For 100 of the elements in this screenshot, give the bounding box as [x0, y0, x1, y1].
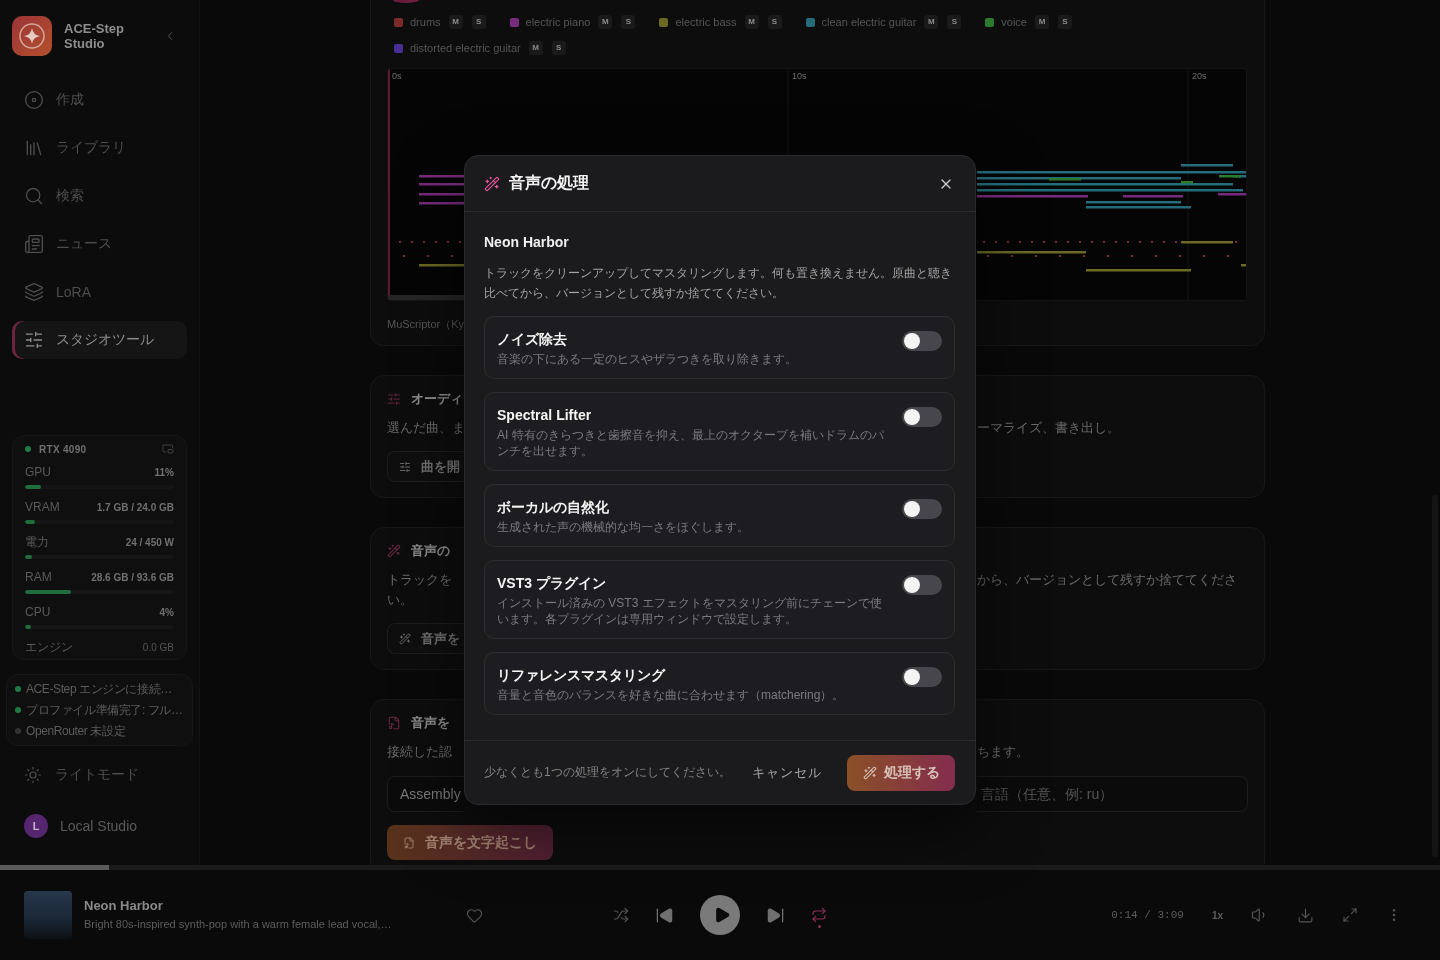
- song-title: Neon Harbor: [484, 234, 570, 250]
- dialog-description: トラックをクリーンアップしてマスタリングします。何も置き換えません。原曲と聴き比べてから、バージョンとして残すか捨ててください。: [484, 265, 953, 302]
- hint-text: 少なくとも1つの処理をオンにしてください。: [484, 764, 731, 781]
- magic-wand-icon: [399, 632, 411, 645]
- metric-value: 1.7 GB / 24.0 GB: [96, 501, 174, 513]
- input-field[interactable]: 言語（任意、例: ru）: [977, 776, 1248, 812]
- track-name: drums: [410, 16, 441, 28]
- description-text: トラックを: [387, 571, 453, 589]
- gpu-name: RTX 4090: [39, 443, 87, 455]
- mute-button[interactable]: M: [598, 15, 613, 29]
- playback-time: 0:14 / 3:09: [1111, 909, 1184, 921]
- mute-button[interactable]: M: [924, 15, 939, 29]
- track-name: voice: [1001, 16, 1027, 28]
- mute-button[interactable]: M: [744, 15, 759, 29]
- screen-icon[interactable]: [162, 443, 174, 455]
- user-avatar[interactable]: L: [24, 814, 48, 838]
- user-name: Local Studio: [60, 818, 138, 834]
- toggle-switch[interactable]: [902, 407, 942, 427]
- option-title: ボーカルの自然化: [497, 498, 610, 516]
- layers-icon: [24, 282, 44, 302]
- newspaper-icon: [24, 234, 44, 254]
- mute-button[interactable]: M: [1035, 15, 1049, 29]
- speed-button[interactable]: 1x: [1211, 909, 1223, 921]
- metric-value: 4%: [159, 606, 174, 618]
- toggle-switch[interactable]: [902, 499, 942, 519]
- metric-label: VRAM: [25, 500, 60, 514]
- magic-wand-icon: [387, 544, 401, 558]
- music-file-icon: [403, 836, 415, 849]
- metric-label: 電力: [25, 533, 49, 551]
- repeat-icon: [811, 907, 827, 923]
- option-description: 音楽の下にある一定のヒスやザラつきを取り除きます。: [497, 351, 798, 367]
- like-button[interactable]: [466, 906, 483, 924]
- metric-label: CPU: [25, 605, 51, 619]
- option-description: インストール済みの VST3 エフェクトをマスタリング前にチェーンで使います。各プラグインは専用ウィンドウで設定します。: [497, 595, 883, 627]
- time-label: 20s: [1192, 71, 1207, 81]
- mute-button[interactable]: M: [448, 15, 463, 29]
- photo-placeholder: [24, 891, 72, 939]
- status-text: OpenRouter 未設定: [26, 722, 126, 740]
- track-name: electric bass: [675, 16, 737, 28]
- magic-wand-icon: [484, 175, 500, 192]
- toggle-switch[interactable]: [902, 667, 942, 687]
- song-subtitle: Bright 80s-inspired synth-pop with a warm female lead vocal,…: [84, 917, 393, 932]
- description-text: から、バージョンとして残すか捨ててくださ: [977, 571, 1238, 589]
- solo-button[interactable]: S: [551, 41, 566, 55]
- solo-button[interactable]: S: [1058, 15, 1072, 29]
- toggle-switch[interactable]: [902, 575, 942, 595]
- option-description: AI 特有のきらつきと歯擦音を抑え、最上のオクターブを補いドラムのパンチを出せます。: [497, 427, 885, 459]
- metric-label: GPU: [25, 465, 51, 479]
- action-button[interactable]: 曲を開: [387, 451, 465, 482]
- option-title: リファレンスマスタリング: [497, 666, 667, 684]
- dialog-title: 音声の処理: [509, 173, 589, 193]
- fullscreen-button[interactable]: [1342, 907, 1358, 923]
- circle-edge: [393, 0, 419, 3]
- shuffle-icon: [613, 907, 629, 923]
- solo-button[interactable]: S: [471, 15, 486, 29]
- download-icon: [1297, 906, 1314, 924]
- shuffle-button[interactable]: [613, 907, 629, 923]
- time-label: 0s: [392, 71, 402, 81]
- metric-value: 28.6 GB / 93.6 GB: [91, 571, 174, 583]
- time-label: 10s: [792, 71, 807, 81]
- metric-value: 0.0 GB: [142, 641, 174, 653]
- cancel-button[interactable]: キャンセル: [740, 754, 834, 791]
- card-title: 音声を: [411, 714, 450, 732]
- toggle-switch[interactable]: [902, 331, 942, 351]
- mute-button[interactable]: M: [528, 41, 543, 55]
- track-name: electric piano: [525, 16, 591, 28]
- heart-icon: [466, 906, 483, 924]
- solo-button[interactable]: S: [947, 15, 962, 29]
- track-name: distorted electric guitar: [410, 42, 521, 54]
- disc-icon: [24, 90, 44, 110]
- status-dot-icon: [25, 446, 31, 452]
- card-title: 音声の: [411, 542, 450, 560]
- music-file-icon: [387, 716, 401, 730]
- metric-label: RAM: [25, 570, 52, 584]
- select-field[interactable]: Assembly: [387, 776, 465, 812]
- sliders-icon: [387, 392, 401, 406]
- progress-track[interactable]: [0, 865, 1440, 870]
- option-title: Spectral Lifter: [497, 406, 593, 424]
- download-button[interactable]: [1297, 906, 1314, 924]
- play-button[interactable]: [700, 895, 740, 935]
- card-title: オーディ: [411, 390, 463, 408]
- scrollbar-thumb[interactable]: [388, 295, 465, 300]
- expand-icon: [1342, 907, 1358, 923]
- track-name: clean electric guitar: [821, 16, 917, 28]
- metric-value: 11%: [154, 466, 174, 478]
- sun-icon: [24, 766, 42, 784]
- magic-wand-icon: [862, 765, 877, 780]
- description-text: ちます。: [977, 743, 1030, 761]
- description-text: 接続した認: [387, 743, 453, 761]
- search-icon: [24, 186, 44, 206]
- action-button[interactable]: 音声を: [387, 623, 465, 654]
- solo-button[interactable]: S: [767, 15, 782, 29]
- sliders-icon: [399, 460, 411, 473]
- description-text: 選んだ曲、ま: [387, 419, 465, 437]
- metric-label: エンジン: [25, 638, 73, 656]
- solo-button[interactable]: S: [621, 15, 636, 29]
- sliders-icon: [24, 330, 44, 350]
- nav-item[interactable]: スタジオツール: [12, 321, 187, 359]
- option-description: 生成された声の機械的な均一さをほぐします。: [497, 519, 750, 535]
- status-text: プロファイル準備完了: フル…: [26, 701, 183, 719]
